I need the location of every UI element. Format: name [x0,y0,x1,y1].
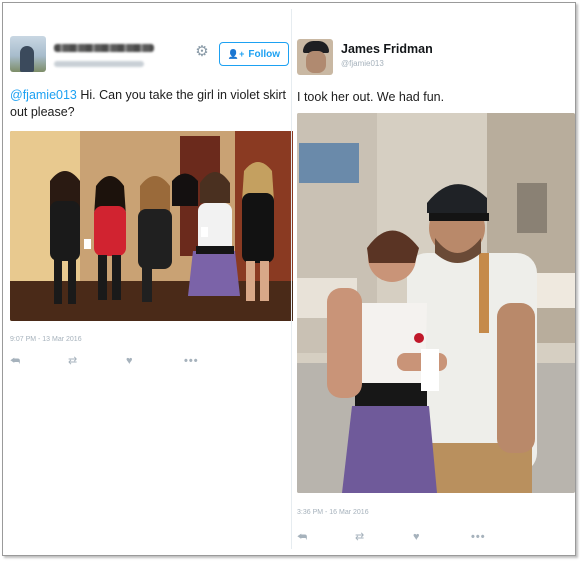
divider [291,9,292,549]
more-icon[interactable]: ••• [471,531,529,543]
gear-icon[interactable]: ⚙ [194,44,210,60]
edited-photo-image [297,113,575,493]
follow-label: Follow [248,49,281,60]
like-icon[interactable]: ♥ [126,355,184,367]
mention-link[interactable]: @fjamie013 [10,88,77,102]
reply-icon[interactable]: ⮪ [10,355,68,367]
reply-tweet: James Fridman @fjamie013 I took her out.… [293,6,575,554]
original-tweet: ⚙ 👤+ Follow @fjamie013 Hi. Can you take t… [6,6,294,554]
retweet-icon[interactable]: ⇄ [68,355,126,367]
tweet-actions: ⮪ ⇄ ♥ ••• [297,531,529,543]
retweet-icon[interactable]: ⇄ [355,531,413,543]
follow-person-icon: 👤+ [227,49,245,59]
follow-button[interactable]: 👤+ Follow [219,42,289,66]
reply-icon[interactable]: ⮪ [297,531,355,543]
tweet-timestamp[interactable]: 9:07 PM - 13 Mar 2016 [10,336,82,343]
tweet-actions: ⮪ ⇄ ♥ ••• [10,355,242,367]
more-icon[interactable]: ••• [184,355,242,367]
display-name[interactable]: James Fridman [341,42,433,56]
avatar[interactable] [297,39,333,75]
user-handle[interactable]: @fjamie013 [341,59,384,68]
tweet-text: I took her out. We had fun. [297,90,445,104]
screenshot-frame: ⚙ 👤+ Follow @fjamie013 Hi. Can you take t… [2,2,576,556]
blurred-handle [54,61,144,67]
tweet-photo[interactable] [297,113,575,493]
tweet-photo[interactable] [10,131,294,321]
like-icon[interactable]: ♥ [413,531,471,543]
blurred-display-name [54,44,154,52]
avatar[interactable] [10,36,46,72]
tweet-timestamp[interactable]: 3:36 PM - 16 Mar 2016 [297,509,369,516]
tweet-text: @fjamie013 Hi. Can you take the girl in … [10,87,286,121]
group-photo-image [10,131,294,321]
